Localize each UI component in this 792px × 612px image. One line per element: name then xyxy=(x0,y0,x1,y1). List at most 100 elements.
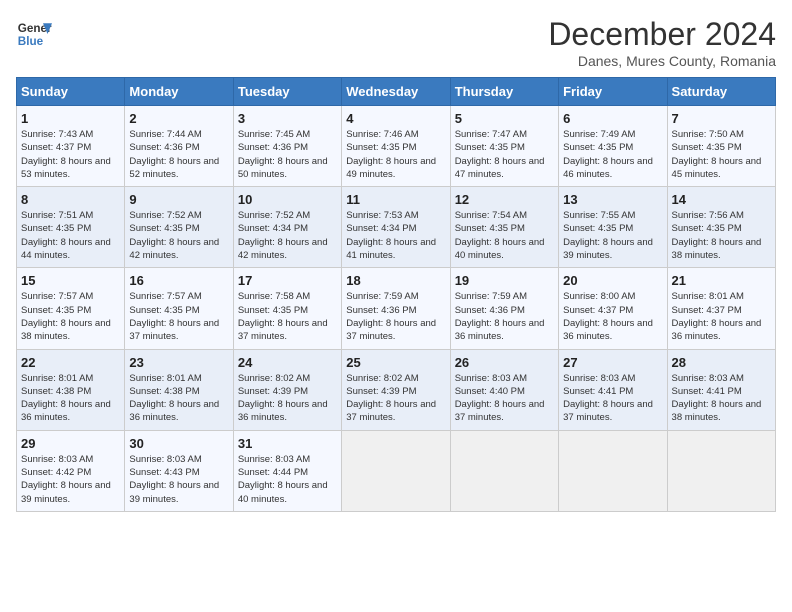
day-number: 5 xyxy=(455,111,554,126)
day-number: 20 xyxy=(563,273,662,288)
table-cell: 21 Sunrise: 8:01 AMSunset: 4:37 PMDaylig… xyxy=(667,268,775,349)
day-info: Sunrise: 7:52 AMSunset: 4:35 PMDaylight:… xyxy=(129,209,228,262)
day-info: Sunrise: 8:03 AMSunset: 4:41 PMDaylight:… xyxy=(672,372,771,425)
table-cell: 31 Sunrise: 8:03 AMSunset: 4:44 PMDaylig… xyxy=(233,430,341,511)
day-info: Sunrise: 7:53 AMSunset: 4:34 PMDaylight:… xyxy=(346,209,445,262)
day-info: Sunrise: 7:52 AMSunset: 4:34 PMDaylight:… xyxy=(238,209,337,262)
day-info: Sunrise: 8:03 AMSunset: 4:43 PMDaylight:… xyxy=(129,453,228,506)
day-number: 22 xyxy=(21,355,120,370)
calendar-header-row: Sunday Monday Tuesday Wednesday Thursday… xyxy=(17,78,776,106)
day-info: Sunrise: 7:51 AMSunset: 4:35 PMDaylight:… xyxy=(21,209,120,262)
table-cell: 2 Sunrise: 7:44 AMSunset: 4:36 PMDayligh… xyxy=(125,106,233,187)
table-cell: 9 Sunrise: 7:52 AMSunset: 4:35 PMDayligh… xyxy=(125,187,233,268)
day-info: Sunrise: 8:03 AMSunset: 4:41 PMDaylight:… xyxy=(563,372,662,425)
day-info: Sunrise: 8:03 AMSunset: 4:42 PMDaylight:… xyxy=(21,453,120,506)
day-info: Sunrise: 8:01 AMSunset: 4:38 PMDaylight:… xyxy=(129,372,228,425)
calendar-week-3: 15 Sunrise: 7:57 AMSunset: 4:35 PMDaylig… xyxy=(17,268,776,349)
table-cell: 23 Sunrise: 8:01 AMSunset: 4:38 PMDaylig… xyxy=(125,349,233,430)
header: General Blue December 2024 Danes, Mures … xyxy=(16,16,776,69)
table-cell: 15 Sunrise: 7:57 AMSunset: 4:35 PMDaylig… xyxy=(17,268,125,349)
table-cell: 1 Sunrise: 7:43 AMSunset: 4:37 PMDayligh… xyxy=(17,106,125,187)
table-cell: 7 Sunrise: 7:50 AMSunset: 4:35 PMDayligh… xyxy=(667,106,775,187)
subtitle: Danes, Mures County, Romania xyxy=(548,53,776,69)
day-info: Sunrise: 8:01 AMSunset: 4:38 PMDaylight:… xyxy=(21,372,120,425)
day-number: 19 xyxy=(455,273,554,288)
day-number: 29 xyxy=(21,436,120,451)
day-info: Sunrise: 7:57 AMSunset: 4:35 PMDaylight:… xyxy=(129,290,228,343)
table-cell: 30 Sunrise: 8:03 AMSunset: 4:43 PMDaylig… xyxy=(125,430,233,511)
day-number: 11 xyxy=(346,192,445,207)
col-monday: Monday xyxy=(125,78,233,106)
day-number: 27 xyxy=(563,355,662,370)
day-info: Sunrise: 7:57 AMSunset: 4:35 PMDaylight:… xyxy=(21,290,120,343)
day-number: 18 xyxy=(346,273,445,288)
day-number: 26 xyxy=(455,355,554,370)
day-info: Sunrise: 7:59 AMSunset: 4:36 PMDaylight:… xyxy=(455,290,554,343)
day-info: Sunrise: 7:50 AMSunset: 4:35 PMDaylight:… xyxy=(672,128,771,181)
day-info: Sunrise: 7:46 AMSunset: 4:35 PMDaylight:… xyxy=(346,128,445,181)
table-cell: 25 Sunrise: 8:02 AMSunset: 4:39 PMDaylig… xyxy=(342,349,450,430)
table-cell: 13 Sunrise: 7:55 AMSunset: 4:35 PMDaylig… xyxy=(559,187,667,268)
day-number: 14 xyxy=(672,192,771,207)
day-number: 21 xyxy=(672,273,771,288)
table-cell: 5 Sunrise: 7:47 AMSunset: 4:35 PMDayligh… xyxy=(450,106,558,187)
calendar-week-4: 22 Sunrise: 8:01 AMSunset: 4:38 PMDaylig… xyxy=(17,349,776,430)
calendar-week-1: 1 Sunrise: 7:43 AMSunset: 4:37 PMDayligh… xyxy=(17,106,776,187)
table-cell xyxy=(559,430,667,511)
day-number: 12 xyxy=(455,192,554,207)
day-info: Sunrise: 7:44 AMSunset: 4:36 PMDaylight:… xyxy=(129,128,228,181)
day-number: 30 xyxy=(129,436,228,451)
table-cell: 16 Sunrise: 7:57 AMSunset: 4:35 PMDaylig… xyxy=(125,268,233,349)
table-cell: 6 Sunrise: 7:49 AMSunset: 4:35 PMDayligh… xyxy=(559,106,667,187)
col-thursday: Thursday xyxy=(450,78,558,106)
day-info: Sunrise: 7:56 AMSunset: 4:35 PMDaylight:… xyxy=(672,209,771,262)
svg-text:Blue: Blue xyxy=(18,35,44,48)
day-number: 9 xyxy=(129,192,228,207)
main-title: December 2024 xyxy=(548,16,776,53)
day-info: Sunrise: 8:02 AMSunset: 4:39 PMDaylight:… xyxy=(238,372,337,425)
day-info: Sunrise: 7:58 AMSunset: 4:35 PMDaylight:… xyxy=(238,290,337,343)
table-cell xyxy=(342,430,450,511)
day-number: 4 xyxy=(346,111,445,126)
day-info: Sunrise: 7:47 AMSunset: 4:35 PMDaylight:… xyxy=(455,128,554,181)
table-cell: 10 Sunrise: 7:52 AMSunset: 4:34 PMDaylig… xyxy=(233,187,341,268)
day-info: Sunrise: 7:45 AMSunset: 4:36 PMDaylight:… xyxy=(238,128,337,181)
day-info: Sunrise: 7:55 AMSunset: 4:35 PMDaylight:… xyxy=(563,209,662,262)
day-info: Sunrise: 8:01 AMSunset: 4:37 PMDaylight:… xyxy=(672,290,771,343)
day-number: 3 xyxy=(238,111,337,126)
day-number: 23 xyxy=(129,355,228,370)
table-cell: 14 Sunrise: 7:56 AMSunset: 4:35 PMDaylig… xyxy=(667,187,775,268)
day-info: Sunrise: 7:43 AMSunset: 4:37 PMDaylight:… xyxy=(21,128,120,181)
col-tuesday: Tuesday xyxy=(233,78,341,106)
day-number: 28 xyxy=(672,355,771,370)
col-wednesday: Wednesday xyxy=(342,78,450,106)
day-number: 31 xyxy=(238,436,337,451)
day-number: 16 xyxy=(129,273,228,288)
calendar-week-5: 29 Sunrise: 8:03 AMSunset: 4:42 PMDaylig… xyxy=(17,430,776,511)
col-sunday: Sunday xyxy=(17,78,125,106)
day-number: 10 xyxy=(238,192,337,207)
table-cell: 22 Sunrise: 8:01 AMSunset: 4:38 PMDaylig… xyxy=(17,349,125,430)
table-cell: 28 Sunrise: 8:03 AMSunset: 4:41 PMDaylig… xyxy=(667,349,775,430)
day-info: Sunrise: 8:02 AMSunset: 4:39 PMDaylight:… xyxy=(346,372,445,425)
day-number: 13 xyxy=(563,192,662,207)
day-number: 6 xyxy=(563,111,662,126)
table-cell: 18 Sunrise: 7:59 AMSunset: 4:36 PMDaylig… xyxy=(342,268,450,349)
day-info: Sunrise: 7:59 AMSunset: 4:36 PMDaylight:… xyxy=(346,290,445,343)
table-cell xyxy=(667,430,775,511)
day-info: Sunrise: 7:49 AMSunset: 4:35 PMDaylight:… xyxy=(563,128,662,181)
table-cell: 20 Sunrise: 8:00 AMSunset: 4:37 PMDaylig… xyxy=(559,268,667,349)
calendar-table: Sunday Monday Tuesday Wednesday Thursday… xyxy=(16,77,776,512)
day-info: Sunrise: 7:54 AMSunset: 4:35 PMDaylight:… xyxy=(455,209,554,262)
day-number: 1 xyxy=(21,111,120,126)
col-saturday: Saturday xyxy=(667,78,775,106)
title-area: December 2024 Danes, Mures County, Roman… xyxy=(548,16,776,69)
table-cell: 8 Sunrise: 7:51 AMSunset: 4:35 PMDayligh… xyxy=(17,187,125,268)
table-cell: 17 Sunrise: 7:58 AMSunset: 4:35 PMDaylig… xyxy=(233,268,341,349)
table-cell: 29 Sunrise: 8:03 AMSunset: 4:42 PMDaylig… xyxy=(17,430,125,511)
table-cell: 27 Sunrise: 8:03 AMSunset: 4:41 PMDaylig… xyxy=(559,349,667,430)
table-cell: 3 Sunrise: 7:45 AMSunset: 4:36 PMDayligh… xyxy=(233,106,341,187)
table-cell xyxy=(450,430,558,511)
calendar-week-2: 8 Sunrise: 7:51 AMSunset: 4:35 PMDayligh… xyxy=(17,187,776,268)
table-cell: 12 Sunrise: 7:54 AMSunset: 4:35 PMDaylig… xyxy=(450,187,558,268)
